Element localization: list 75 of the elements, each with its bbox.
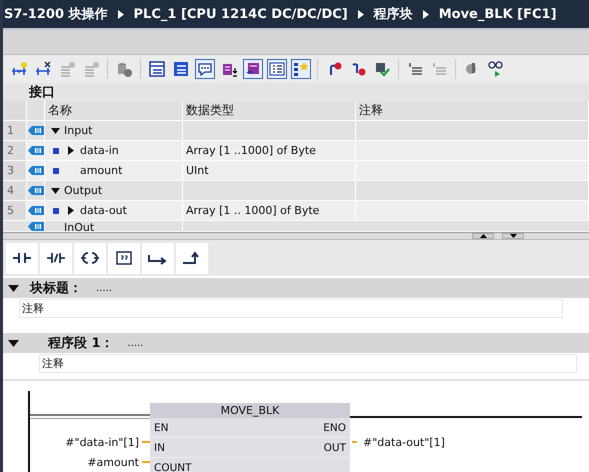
- database-icon[interactable]: [116, 61, 132, 77]
- column-header[interactable]: 注释: [356, 101, 589, 120]
- data-type: Array [1 .. 1000] of Byte: [186, 204, 320, 217]
- ladder-element-button[interactable]: [74, 242, 106, 274]
- member-icon: [53, 168, 59, 174]
- chevron-icon: [118, 10, 124, 18]
- indent-icon[interactable]: [407, 61, 423, 77]
- breadcrumb-item[interactable]: S7-1200 块操作: [4, 5, 108, 23]
- parameter-name: Input: [64, 124, 92, 137]
- star-list-icon[interactable]: [293, 61, 309, 77]
- expand-arrow-icon[interactable]: [68, 206, 74, 215]
- compile-icon[interactable]: [374, 61, 390, 77]
- data-type: Array [1 ..1000] of Byte: [186, 144, 316, 157]
- pin-label: OUT: [324, 442, 346, 454]
- member-icon: [53, 208, 59, 214]
- row-number: 2: [7, 144, 14, 157]
- pin-label: IN: [154, 442, 165, 454]
- contact-icon: [12, 251, 32, 265]
- breadcrumb-item[interactable]: Move_BLK [FC1]: [438, 6, 557, 22]
- collapse-arrow-icon[interactable]: [8, 340, 19, 346]
- scroll-up-button[interactable]: [472, 233, 494, 239]
- member-icon: [53, 148, 59, 154]
- list-icon[interactable]: [173, 61, 189, 77]
- list-icon[interactable]: [269, 61, 285, 77]
- column-header[interactable]: 数据类型: [183, 101, 356, 120]
- up-arrow-icon: [480, 234, 486, 238]
- ladder-element-button[interactable]: [6, 242, 38, 274]
- parameter-name: InOut: [64, 221, 94, 231]
- column-header[interactable]: 名称: [45, 101, 183, 120]
- breadcrumb-item[interactable]: PLC_1 [CPU 1214C DC/DC/DC]: [134, 6, 348, 22]
- operand: #"data-out"[1]: [363, 436, 445, 448]
- ladder-element-button[interactable]: [176, 242, 208, 274]
- pin-label: EN: [154, 422, 168, 434]
- comment-field[interactable]: 注释: [39, 354, 577, 373]
- collapse-arrow-icon[interactable]: [50, 188, 60, 194]
- coil-icon: [80, 251, 100, 265]
- breadcrumb-item[interactable]: 程序块: [374, 5, 413, 23]
- expand-arrow-icon[interactable]: [68, 146, 74, 155]
- tag-download-icon[interactable]: [221, 61, 237, 77]
- ladder-element-button[interactable]: [142, 242, 174, 274]
- parameter-name: data-in: [80, 144, 119, 157]
- row-number: 4: [7, 184, 14, 197]
- function-box[interactable]: MOVE_BLK EN ENO IN OUT COUNT: [150, 403, 350, 472]
- chevron-icon: [422, 10, 429, 18]
- closed-contact-icon: [46, 251, 66, 265]
- row-number: 3: [7, 164, 14, 177]
- down-arrow-icon: [510, 234, 516, 238]
- chevron-icon: [358, 10, 364, 18]
- empty-box-icon: [114, 251, 134, 265]
- section-title: 程序段 1：: [48, 334, 114, 352]
- title-value[interactable]: .....: [128, 338, 144, 348]
- data-type: UInt: [186, 164, 209, 177]
- title-value[interactable]: .....: [96, 282, 112, 294]
- row-number: 5: [7, 204, 14, 217]
- pin-label: COUNT: [154, 462, 192, 472]
- ladder-element-button[interactable]: [40, 242, 72, 274]
- operand: #"data-in"[1]: [65, 436, 139, 448]
- glasses-icon[interactable]: [488, 61, 504, 77]
- comment-field[interactable]: 注释: [19, 299, 563, 318]
- ladder-element-button[interactable]: [108, 242, 140, 274]
- row-number: 1: [7, 124, 14, 137]
- section-title: 块标题：: [30, 280, 82, 297]
- collapse-arrow-icon[interactable]: [8, 284, 19, 292]
- scrollbar[interactable]: [3, 232, 589, 240]
- parameter-name: Output: [64, 184, 102, 197]
- parameter-name: data-out: [80, 204, 127, 217]
- operand: #amount: [87, 456, 139, 468]
- collapse-arrow-icon[interactable]: [50, 128, 60, 134]
- list-icon[interactable]: [149, 61, 165, 77]
- section-title: 接口: [29, 84, 55, 101]
- comment-icon[interactable]: [197, 61, 213, 77]
- scroll-down-button[interactable]: [502, 233, 524, 239]
- box-title: MOVE_BLK: [150, 403, 350, 418]
- parameter-name: amount: [80, 164, 122, 177]
- pin-label: ENO: [323, 422, 346, 434]
